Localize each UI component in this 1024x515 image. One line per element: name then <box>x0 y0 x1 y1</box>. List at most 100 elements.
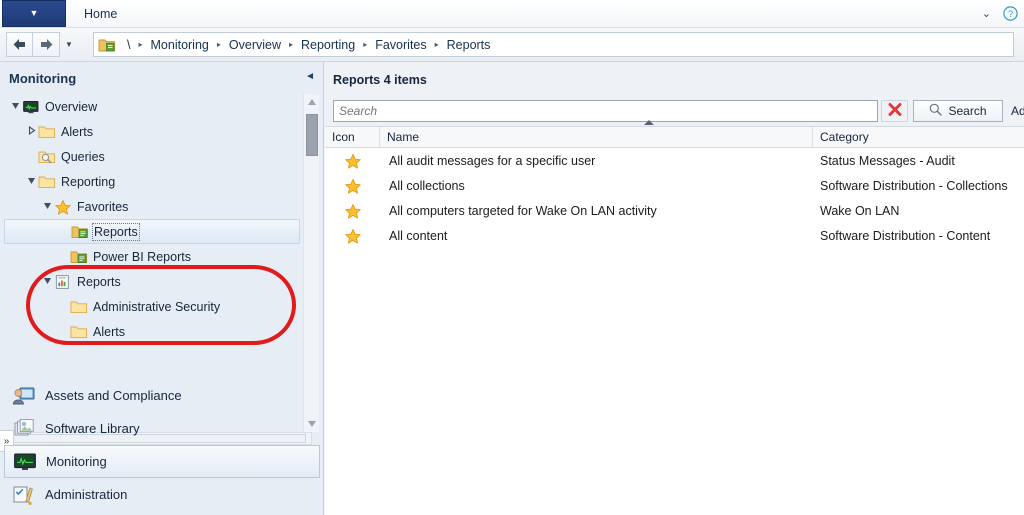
chevron-left-icon[interactable]: ◄ <box>305 71 315 83</box>
scrollbar-thumb[interactable] <box>306 114 318 156</box>
folder-icon <box>38 174 56 190</box>
svg-text:?: ? <box>1008 9 1013 20</box>
column-header-category[interactable]: Category <box>813 126 1024 148</box>
sort-ascending-icon <box>644 120 654 125</box>
folder-icon <box>38 124 56 140</box>
tree-item-reports[interactable]: Reports <box>4 269 300 294</box>
query-folder-icon <box>38 149 56 165</box>
tree-expander-icon[interactable] <box>40 201 54 212</box>
report-category: Wake On LAN <box>820 203 900 218</box>
help-icon[interactable]: ? <box>1003 6 1018 21</box>
report-folder-icon <box>70 249 88 265</box>
scroll-up-icon[interactable] <box>304 94 320 110</box>
report-page-icon <box>54 274 72 290</box>
tree-item-alerts[interactable]: Alerts <box>4 119 300 144</box>
tree-expander-icon[interactable] <box>8 101 22 112</box>
console-folder-icon <box>98 37 116 53</box>
tree-item-label: Administrative Security <box>93 299 221 314</box>
tree-item-alerts[interactable]: Alerts <box>4 319 300 344</box>
tab-home-label: Home <box>84 6 118 21</box>
tree-item-queries[interactable]: Queries <box>4 144 300 169</box>
tree-item-label: Queries <box>61 149 105 164</box>
title-bar-right-controls: ⌄ ? <box>982 0 1018 27</box>
chevron-down-icon: ▼ <box>29 8 39 18</box>
table-row[interactable]: All content Software Distribution - Conte… <box>325 223 1024 248</box>
tree-item-overview[interactable]: Overview <box>4 94 300 119</box>
breadcrumb-separator-icon: ▸ <box>288 40 293 49</box>
workspace-label: Assets and Compliance <box>45 388 182 403</box>
report-name: All audit messages for a specific user <box>389 153 596 168</box>
forward-arrow-icon <box>39 38 54 51</box>
tree-expander-icon[interactable] <box>24 176 38 187</box>
table-row[interactable]: All audit messages for a specific user St… <box>325 148 1024 173</box>
back-button[interactable] <box>6 32 33 57</box>
search-button[interactable]: Search <box>913 100 1003 122</box>
table-row[interactable]: All computers targeted for Wake On LAN a… <box>325 198 1024 223</box>
folder-icon <box>70 324 88 340</box>
tree-expander-icon[interactable] <box>40 276 54 287</box>
breadcrumb-separator-icon: ▸ <box>363 40 368 49</box>
breadcrumb-item-0[interactable]: \ <box>122 38 135 52</box>
content-header: Reports 4 items <box>325 62 1024 98</box>
report-folder-icon <box>71 224 89 240</box>
minimize-ribbon-icon[interactable]: ⌄ <box>982 7 991 20</box>
workspace-administration[interactable]: Administration <box>4 478 320 511</box>
monitoring-icon <box>13 451 37 473</box>
workspace-monitoring[interactable]: Monitoring <box>4 445 320 478</box>
navigation-pane: Monitoring ◄ Overview Alerts Queries Report… <box>0 62 324 515</box>
address-bar: ▼ \ ▸ Monitoring ▸ Overview ▸ Reporting … <box>0 28 1024 62</box>
breadcrumb-item-5[interactable]: Reports <box>442 38 496 52</box>
breadcrumb-item-4[interactable]: Favorites <box>370 38 431 52</box>
breadcrumb-item-3[interactable]: Reporting <box>296 38 360 52</box>
star-icon <box>54 199 72 215</box>
forward-button[interactable] <box>33 32 60 57</box>
search-input[interactable] <box>333 100 878 122</box>
tab-home[interactable]: Home <box>70 0 131 27</box>
tree-item-label: Reports <box>92 222 140 241</box>
breadcrumb[interactable]: \ ▸ Monitoring ▸ Overview ▸ Reporting ▸ … <box>93 32 1014 57</box>
workspace-label: Administration <box>45 487 128 502</box>
workspace-software-library[interactable]: Software Library <box>4 412 320 445</box>
chevron-down-icon: ▼ <box>65 40 73 49</box>
monitor-icon <box>22 99 40 115</box>
title-bar: ▼ Home ⌄ ? <box>0 0 1024 28</box>
column-header-icon[interactable]: Icon <box>325 126 380 148</box>
page-title: Reports 4 items <box>333 73 427 87</box>
breadcrumb-item-2[interactable]: Overview <box>224 38 286 52</box>
table-header: Icon Name Category <box>325 120 1024 148</box>
tree-item-label: Overview <box>45 99 98 114</box>
clear-search-button[interactable] <box>881 100 908 122</box>
star-icon <box>325 228 380 244</box>
report-name: All collections <box>389 178 465 193</box>
tree-item-power-bi-reports[interactable]: Power BI Reports <box>4 244 300 269</box>
history-dropdown-button[interactable]: ▼ <box>60 32 78 57</box>
star-icon <box>325 153 380 169</box>
configuration-manager-console: ▼ Home ⌄ ? ▼ \ ▸ Monitoring ▸ Overview ▸… <box>0 0 1024 515</box>
table-body: All audit messages for a specific user St… <box>325 148 1024 515</box>
red-x-icon <box>887 102 903 121</box>
add-criteria-button[interactable]: Add <box>1011 104 1024 118</box>
report-name: All content <box>389 228 448 243</box>
table-row[interactable]: All collections Software Distribution - C… <box>325 173 1024 198</box>
column-header-name[interactable]: Name <box>380 120 813 148</box>
tree-item-label: Favorites <box>77 199 129 214</box>
tree-expander-icon[interactable] <box>24 125 38 137</box>
workspace-assets-and-compliance[interactable]: Assets and Compliance <box>4 379 320 412</box>
tree-item-label: Power BI Reports <box>93 249 191 264</box>
file-tab-button[interactable]: ▼ <box>2 0 66 27</box>
tree-item-administrative-security[interactable]: Administrative Security <box>4 294 300 319</box>
tree-item-label: Alerts <box>61 124 93 139</box>
report-category: Software Distribution - Collections <box>820 178 1008 193</box>
tree-item-favorites[interactable]: Favorites <box>4 194 300 219</box>
tree-item-label: Alerts <box>93 324 125 339</box>
tree-item-reporting[interactable]: Reporting <box>4 169 300 194</box>
software-library-icon <box>12 418 36 440</box>
tree-item-reports[interactable]: Reports <box>4 219 300 244</box>
report-category: Status Messages - Audit <box>820 153 955 168</box>
navigation-buttons: ▼ <box>6 32 78 57</box>
navigation-pane-title: Monitoring <box>9 71 77 86</box>
tree-item-label: Reports <box>77 274 121 289</box>
workspace-label: Monitoring <box>46 454 107 469</box>
breadcrumb-item-1[interactable]: Monitoring <box>146 38 214 52</box>
administration-icon <box>12 484 36 506</box>
